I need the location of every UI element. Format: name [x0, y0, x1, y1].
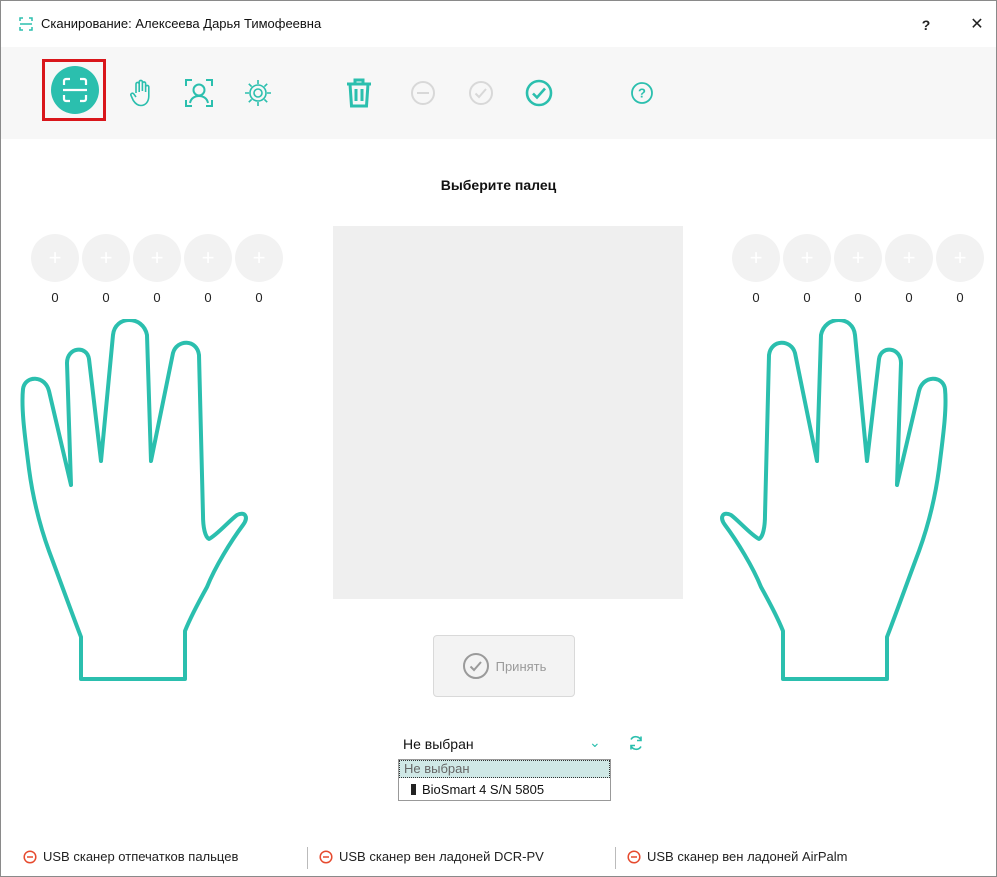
scanner-device-icon	[411, 784, 416, 795]
left-finger-count-5: 0	[255, 290, 263, 305]
left-finger-add-button-1[interactable]: +	[31, 234, 79, 282]
status-label: USB сканер вен ладоней DCR-PV	[339, 849, 544, 864]
right-finger-add-button-1[interactable]: +	[732, 234, 780, 282]
dropdown-option-label: BioSmart 4 S/N 5805	[422, 782, 545, 797]
scanner-select[interactable]: Не выбран	[403, 736, 474, 752]
save-button[interactable]	[519, 73, 559, 113]
settings-icon	[245, 80, 271, 106]
status-item-fingerprint: USB сканер отпечатков пальцев	[23, 849, 238, 864]
left-finger-count-1: 0	[51, 290, 59, 305]
right-finger-count-3: 0	[854, 290, 862, 305]
status-label: USB сканер отпечатков пальцев	[43, 849, 239, 864]
check-circle-icon	[525, 79, 553, 107]
left-finger-count-2: 0	[102, 290, 110, 305]
page-title: Выберите палец	[440, 177, 557, 193]
accept-button-label: Принять	[495, 658, 547, 674]
status-item-palm-airpalm: USB сканер вен ладоней AirPalm	[627, 849, 848, 864]
right-finger-add-button-5[interactable]: +	[936, 234, 984, 282]
left-finger-add-button-4[interactable]: +	[184, 234, 232, 282]
trash-icon	[347, 78, 371, 108]
fingerprint-preview	[333, 226, 683, 599]
help-label: ?	[638, 86, 646, 101]
dropdown-option-none[interactable]: Не выбран	[399, 760, 610, 778]
title-bar: Сканирование: Алексеева Дарья Тимофеевна…	[1, 1, 996, 47]
status-divider	[307, 847, 308, 869]
accept-button[interactable]: Принять	[433, 635, 575, 697]
minus-circle-icon	[627, 849, 641, 864]
left-finger-add-button-5[interactable]: +	[235, 234, 283, 282]
dropdown-option-biosmart[interactable]: BioSmart 4 S/N 5805	[399, 780, 610, 800]
palm-scan-button[interactable]	[121, 73, 161, 113]
right-hand-outline	[720, 319, 948, 681]
close-button[interactable]: ✕	[963, 12, 991, 38]
right-finger-count-1: 0	[752, 290, 760, 305]
status-label: USB сканер вен ладоней AirPalm	[647, 849, 848, 864]
refresh-icon[interactable]	[627, 734, 645, 752]
confirm-disabled-button[interactable]	[461, 73, 501, 113]
right-finger-add-button-3[interactable]: +	[834, 234, 882, 282]
status-bar: USB сканер отпечатков пальцев USB сканер…	[1, 847, 996, 869]
right-finger-count-2: 0	[803, 290, 811, 305]
right-finger-add-button-4[interactable]: +	[885, 234, 933, 282]
check-circle-icon	[469, 81, 493, 105]
left-finger-add-button-3[interactable]: +	[133, 234, 181, 282]
help-toolbar-button[interactable]: ?	[622, 73, 662, 113]
face-scan-icon	[185, 79, 213, 107]
scan-icon	[62, 77, 88, 103]
status-divider	[615, 847, 616, 869]
check-circle-icon	[462, 653, 489, 679]
right-finger-count-4: 0	[905, 290, 913, 305]
right-finger-add-button-2[interactable]: +	[783, 234, 831, 282]
chevron-down-icon[interactable]: ⌄	[589, 734, 601, 751]
scan-button[interactable]	[51, 66, 99, 114]
left-finger-count-3: 0	[153, 290, 161, 305]
face-scan-button[interactable]	[179, 73, 219, 113]
scanning-window: Сканирование: Алексеева Дарья Тимофеевна…	[0, 0, 997, 877]
left-finger-add-button-2[interactable]: +	[82, 234, 130, 282]
scan-icon	[19, 17, 33, 31]
toolbar: ?	[1, 47, 996, 139]
delete-button[interactable]	[339, 73, 379, 113]
right-finger-count-5: 0	[956, 290, 964, 305]
remove-button[interactable]	[403, 73, 443, 113]
minus-circle-icon	[23, 849, 37, 864]
hand-icon	[130, 79, 150, 107]
left-hand-outline	[20, 319, 248, 681]
minus-circle-icon	[319, 849, 333, 864]
minus-circle-icon	[411, 81, 435, 105]
window-title: Сканирование: Алексеева Дарья Тимофеевна	[41, 16, 322, 31]
status-item-palm-dcr: USB сканер вен ладоней DCR-PV	[319, 849, 544, 864]
left-finger-count-4: 0	[204, 290, 212, 305]
scanner-dropdown-list: Не выбран BioSmart 4 S/N 5805	[398, 759, 611, 801]
help-button[interactable]: ?	[912, 12, 940, 38]
help-circle-icon: ?	[631, 82, 653, 104]
settings-button[interactable]	[238, 73, 278, 113]
